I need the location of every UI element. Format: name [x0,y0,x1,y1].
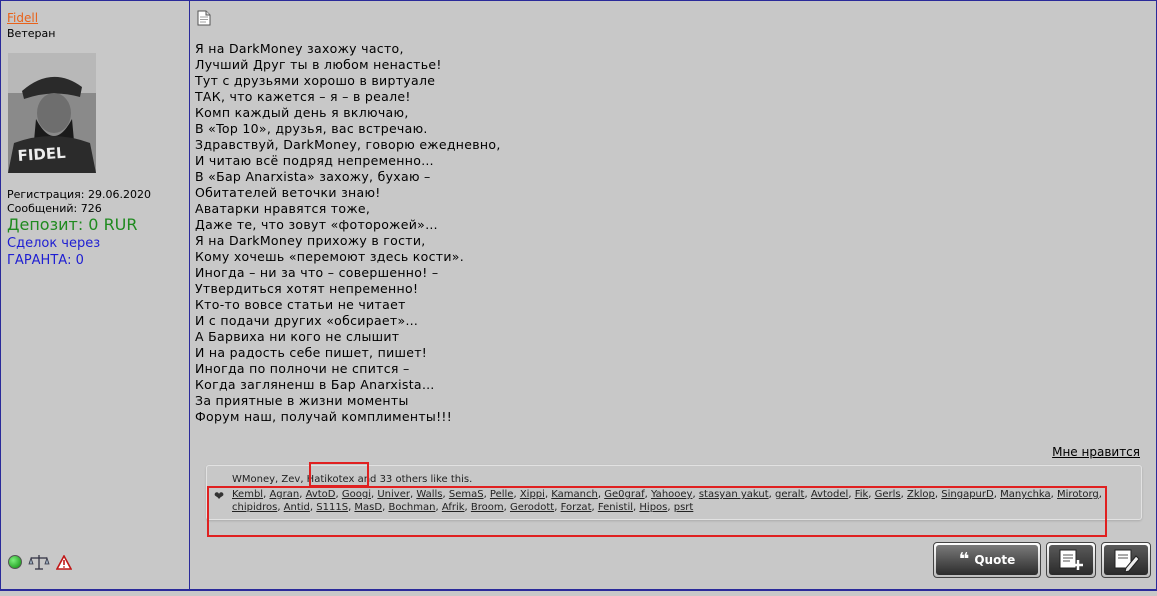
message-line: Аватарки нравятся тоже, [195,201,371,216]
liker-link[interactable]: Manychka [1000,489,1051,500]
user-title: Ветеран [7,27,56,40]
message-line: Утвердиться хотят непременно! [195,281,419,296]
message-line: Тут с друзьями хорошо в виртуале [195,73,436,88]
heart-icon: ❤ [214,489,225,503]
avatar[interactable]: FIDEL [8,53,96,173]
liker-link[interactable]: S111S [316,502,348,513]
reputation-scales-icon[interactable] [28,554,50,570]
liker-link[interactable]: Avtodel [811,489,849,500]
avatar-image: FIDEL [8,53,96,173]
message-line: ТАК, что кажется – я – в реале! [195,89,411,104]
liker-link[interactable]: Bochman [388,502,435,513]
liker-link[interactable]: Xippi [520,489,545,500]
message-line: Я на DarkMoney прихожу в гости, [195,233,426,248]
quote-icon: ❝ [958,549,970,570]
message-line: Когда загляненш в Бар Anarxista… [195,377,435,392]
reply-edit-icon [1114,549,1140,572]
like-button[interactable]: Мне нравится [1052,445,1140,459]
deals-label: Сделок через [7,236,101,251]
online-status-icon [8,555,22,569]
liker-link[interactable]: Yahooey [651,489,693,500]
message-count: Сообщений: 726 [7,202,102,215]
liker-link[interactable]: AvtoD [306,489,336,500]
user-status-icons [8,554,72,570]
message-line: Обитателей веточки знаю! [195,185,381,200]
liker-link[interactable]: Gerls [875,489,901,500]
liker-separator: , [1098,489,1102,500]
post-content: Я на DarkMoney захожу часто, Лучший Друг … [190,0,1156,589]
liker-link[interactable]: MasD [354,502,382,513]
liker-link[interactable]: Googi [342,489,371,500]
message-line: И с подачи других «обсирает»… [195,313,419,328]
likes-box: WMoney, Zev, Hatikotex and 33 others lik… [206,465,1142,520]
message-line: За приятные в жизни моменты [195,393,409,408]
message-line: И читаю всё подряд непременно… [195,153,434,168]
message-line: Здравствуй, DarkMoney, говорю ежедневно, [195,137,501,152]
guarantor-deals: Сделок через ГАРАНТА: 0 [7,235,100,269]
message-line: Иногда – ни за что – совершенно! – [195,265,439,280]
registration-date: Регистрация: 29.06.2020 [7,188,151,201]
liker-link[interactable]: chipidros [232,502,277,513]
liker-link[interactable]: geralt [775,489,804,500]
username-link[interactable]: Fidell [7,11,38,25]
liker-link[interactable]: Mirotorg [1057,489,1099,500]
message-line: Кто-то вовсе статьи не читает [195,297,406,312]
message-line: В «Top 10», друзья, вас встречаю. [195,121,428,136]
message-line: Даже те, что зовут «фоторожей»… [195,217,438,232]
liker-link[interactable]: Gerodott [510,502,554,513]
post-document-icon [197,10,211,26]
liker-link[interactable]: Kembl [232,489,263,500]
liker-link[interactable]: Fik [855,489,869,500]
quote-button[interactable]: ❝ Quote [933,542,1041,578]
message-line: А Барвиха ни кого не слышит [195,329,400,344]
liker-link[interactable]: Afrik [442,502,465,513]
multiquote-button-face [1049,545,1093,575]
liker-link[interactable]: Univer [377,489,410,500]
post-message: Я на DarkMoney захожу часто, Лучший Друг … [195,41,501,425]
liker-link[interactable]: Fenistil [598,502,633,513]
multiquote-button[interactable] [1046,542,1096,578]
liker-link[interactable]: stasyan yakut [699,489,769,500]
message-line: Кому хочешь «перемоют здесь кости». [195,249,465,264]
multiquote-icon [1059,549,1083,570]
avatar-caption: FIDEL [17,144,67,165]
message-line: Форум наш, получай комплименты!!! [195,409,453,424]
user-stats: Регистрация: 29.06.2020 Сообщений: 726 [7,188,151,216]
liker-link[interactable]: Hipos [639,502,667,513]
message-line: Я на DarkMoney захожу часто, [195,41,404,56]
guarantor-count: ГАРАНТА: 0 [7,253,84,268]
liker-link[interactable]: Kamanch [551,489,598,500]
likes-user-list: Kembl, Agran, AvtoD, Googi, Univer, Wall… [232,488,1132,514]
liker-link[interactable]: Zklop [907,489,935,500]
reply-button-face [1104,545,1148,575]
liker-link[interactable]: Forzat [561,502,592,513]
quote-label: Quote [974,553,1016,567]
reply-button[interactable] [1101,542,1151,578]
liker-link[interactable]: Antid [284,502,310,513]
message-line: Лучший Друг ты в любом ненастье! [195,57,442,72]
liker-link[interactable]: Broom [471,502,504,513]
message-line: И на радость себе пишет, пишет! [195,345,428,360]
report-warning-icon[interactable] [56,554,72,570]
liker-link[interactable]: Ge0graf [604,489,644,500]
liker-link[interactable]: Agran [269,489,299,500]
liker-link[interactable]: psrt [674,502,694,513]
message-line: Комп каждый день я включаю, [195,105,409,120]
message-line: В «Бар Anarxista» захожу, бухаю – [195,169,431,184]
liker-link[interactable]: SemaS [449,489,484,500]
deposit-amount: Депозит: 0 RUR [7,215,138,234]
likes-summary: WMoney, Zev, Hatikotex and 33 others lik… [232,474,473,485]
liker-link[interactable]: SingapurD [941,489,993,500]
quote-button-face: ❝ Quote [936,545,1038,575]
message-line: Иногда по полночи не спится – [195,361,410,376]
liker-link[interactable]: Pelle [490,489,514,500]
user-sidebar: Fidell Ветеран FIDEL Регистрация: 29.06.… [0,0,190,589]
liker-link[interactable]: Walls [416,489,442,500]
